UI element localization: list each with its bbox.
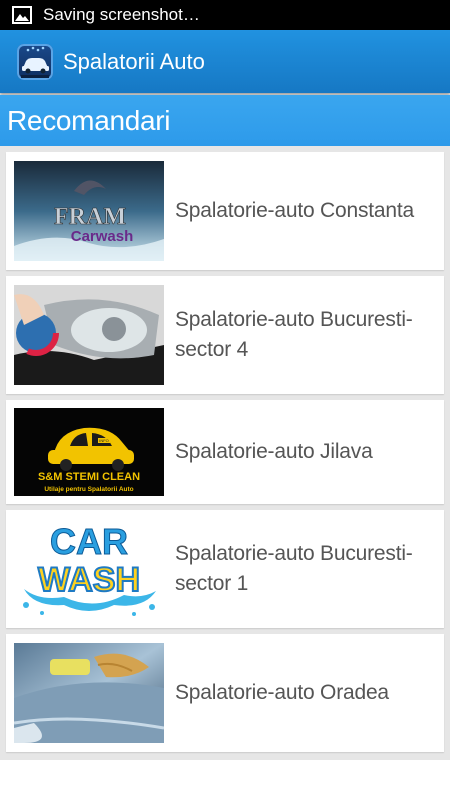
image-icon	[12, 6, 32, 24]
thumb-text: S&M STEMI CLEAN	[38, 471, 140, 483]
thumb-text: Utilaje pentru Spalatorii Auto	[44, 486, 133, 493]
item-label: Spalatorie-auto Constanta	[175, 199, 414, 222]
item-label: Spalatorie-auto Oradea	[175, 681, 389, 704]
item-label: Spalatorie-auto Bucuresti-sector 4	[175, 308, 413, 361]
car-wash-splash-logo: CAR WASH	[14, 519, 164, 619]
sm-stemi-clean-logo: INFO S&M STEMI CLEAN Utilaje pentru Spal…	[14, 408, 164, 496]
notification-text: Saving screenshot…	[43, 5, 200, 24]
car-hood-sponge-photo	[14, 643, 164, 743]
status-bar: Saving screenshot…	[0, 0, 450, 30]
svg-text:Carwash: Carwash	[71, 228, 134, 245]
recommendations-list[interactable]: FRAM Carwash Spalatorie-auto Constanta S…	[0, 146, 450, 760]
svg-text:FRAM: FRAM	[54, 204, 126, 230]
item-label: Spalatorie-auto Jilava	[175, 440, 373, 463]
thumb-text: INFO	[99, 438, 109, 443]
list-item[interactable]: Spalatorie-auto Bucuresti-sector 4	[6, 276, 444, 394]
car-wash-app-icon[interactable]	[17, 43, 53, 80]
list-item[interactable]: INFO S&M STEMI CLEAN Utilaje pentru Spal…	[6, 400, 444, 504]
headlight-polishing-photo	[14, 285, 164, 385]
list-item[interactable]: CAR WASH Spalatorie-auto Bucuresti-secto…	[6, 510, 444, 628]
list-item[interactable]: Spalatorie-auto Oradea	[6, 634, 444, 752]
bottom-area	[0, 760, 450, 800]
action-bar: Spalatorii Auto	[0, 30, 450, 93]
thumb-text: CAR	[50, 521, 128, 562]
fram-carwash-logo: FRAM Carwash	[14, 161, 164, 261]
thumb-text: WASH	[38, 561, 140, 599]
item-label: Spalatorie-auto Bucuresti-sector 1	[175, 542, 413, 595]
app-title: Spalatorii Auto	[63, 48, 205, 74]
section-title: Recomandari	[7, 104, 171, 136]
list-item[interactable]: FRAM Carwash Spalatorie-auto Constanta	[6, 152, 444, 270]
section-header: Recomandari	[0, 95, 450, 146]
